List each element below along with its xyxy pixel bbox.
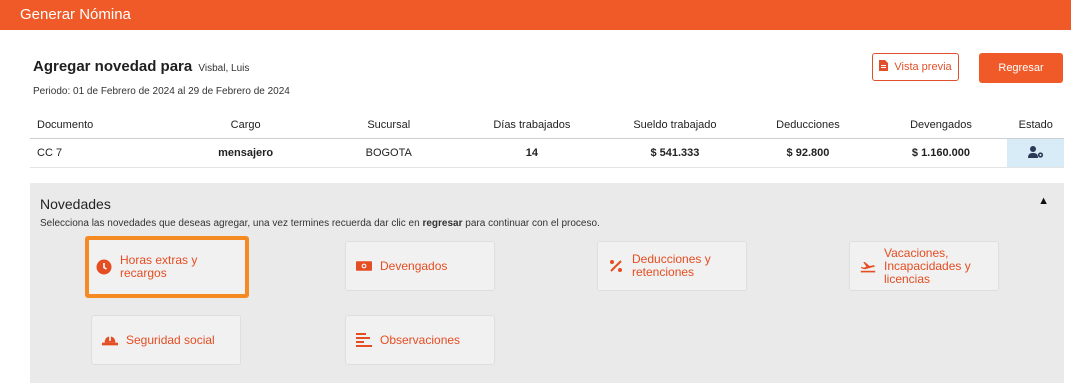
clock-icon	[96, 259, 112, 275]
cell-cargo: mensajero	[169, 138, 323, 168]
tile-deducciones[interactable]: Deducciones y retenciones	[597, 241, 747, 291]
tile-label: Vacaciones, Incapacidades y licencias	[884, 245, 971, 286]
employee-table: Documento Cargo Sucursal Días trabajados…	[30, 112, 1064, 168]
money-icon	[356, 258, 372, 274]
cell-sucursal: BOGOTA	[322, 138, 456, 168]
estado-button[interactable]	[1007, 138, 1064, 168]
tile-label: Observaciones	[380, 332, 461, 347]
novedades-panel: Novedades Selecciona las novedades que d…	[30, 183, 1064, 383]
tile-observaciones[interactable]: Observaciones	[345, 315, 495, 365]
table-header-row: Documento Cargo Sucursal Días trabajados…	[30, 112, 1064, 139]
employee-name: Visbal, Luis	[198, 63, 250, 74]
back-button[interactable]: Regresar	[979, 53, 1063, 83]
col-header: Sueldo trabajado	[608, 112, 742, 139]
cell-sueldo: $ 541.333	[608, 138, 742, 168]
hardhat-icon	[102, 332, 118, 348]
top-bar: Generar Nómina	[0, 0, 1071, 31]
cell-deducciones: $ 92.800	[741, 138, 875, 168]
preview-button-label: Vista previa	[894, 61, 952, 73]
main-card: Agregar novedad para Visbal, Luis Period…	[0, 30, 1071, 383]
page-title-text: Agregar novedad para	[33, 58, 193, 75]
tile-label: Deducciones y retenciones	[632, 252, 711, 279]
tile-horas-extras[interactable]: Horas extras y recargos	[85, 236, 249, 298]
col-header: Devengados	[874, 112, 1008, 139]
user-settings-icon	[1027, 145, 1044, 161]
pdf-icon	[879, 60, 889, 74]
col-header: Sucursal	[322, 112, 456, 139]
table-row: CC 7 mensajero BOGOTA 14 $ 541.333 $ 92.…	[30, 138, 1064, 168]
app-title: Generar Nómina	[20, 6, 131, 23]
cell-documento: CC 7	[30, 138, 170, 168]
col-header: Deducciones	[741, 112, 875, 139]
tile-label: Devengados	[380, 258, 448, 273]
panel-description: Selecciona las novedades que deseas agre…	[40, 218, 600, 229]
col-header: Estado	[1007, 112, 1064, 139]
period-text: Periodo: 01 de Febrero de 2024 al 29 de …	[33, 86, 290, 97]
desc-bold: regresar	[422, 218, 463, 229]
tile-devengados[interactable]: Devengados	[345, 241, 495, 291]
col-header: Documento	[30, 112, 170, 139]
col-header: Días trabajados	[455, 112, 609, 139]
list-icon	[356, 332, 372, 348]
cell-dias: 14	[455, 138, 609, 168]
plane-icon	[860, 258, 876, 274]
caret-up-icon[interactable]: ▲	[1038, 195, 1049, 207]
tile-label: Seguridad social	[126, 332, 215, 347]
tile-label: Horas extras y recargos	[120, 253, 198, 280]
page-title: Agregar novedad para Visbal, Luis	[33, 58, 249, 75]
desc-after: para continuar con el proceso.	[462, 218, 600, 229]
panel-title: Novedades	[40, 196, 111, 212]
desc-before: Selecciona las novedades que deseas agre…	[40, 218, 423, 229]
preview-button[interactable]: Vista previa	[872, 53, 959, 81]
tile-seguridad-social[interactable]: Seguridad social	[91, 315, 241, 365]
cell-devengados: $ 1.160.000	[874, 138, 1008, 168]
percent-icon	[608, 258, 624, 274]
tile-vacaciones[interactable]: Vacaciones, Incapacidades y licencias	[849, 241, 999, 291]
col-header: Cargo	[169, 112, 323, 139]
